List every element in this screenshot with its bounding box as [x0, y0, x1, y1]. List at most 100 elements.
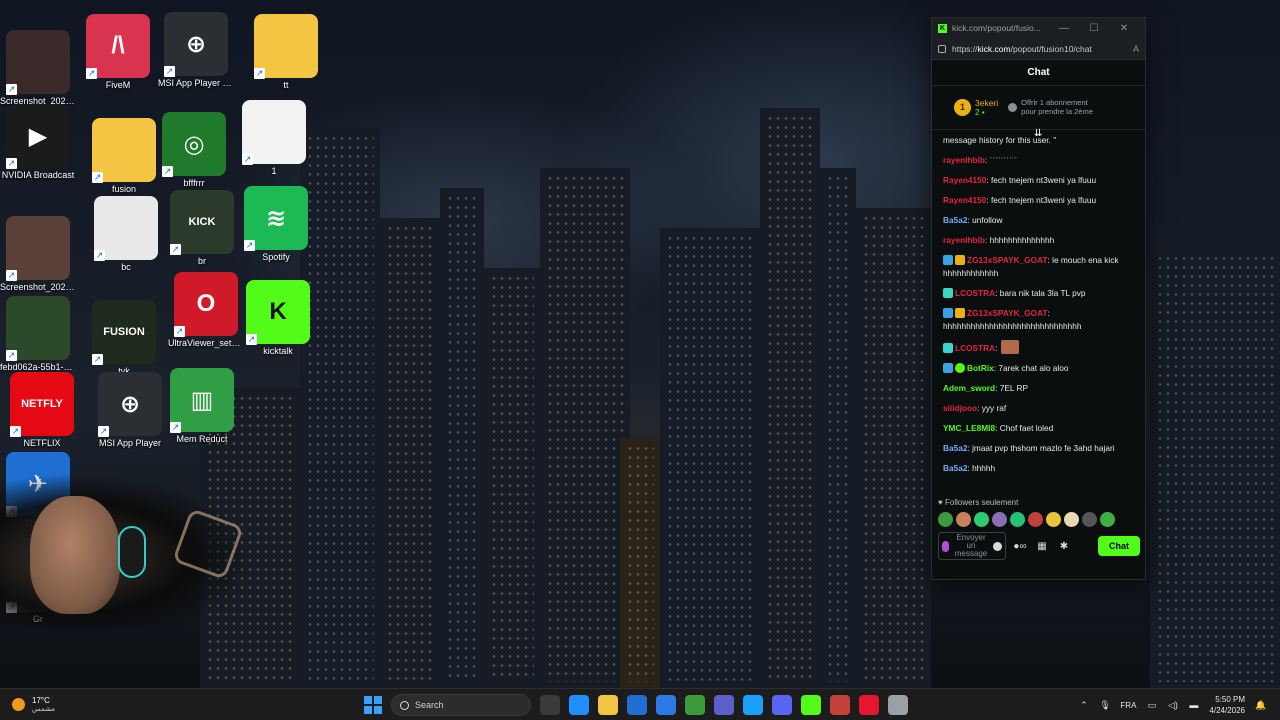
chat-message[interactable]: Ba5a2: hhhhh: [943, 462, 1135, 475]
user-badge-icon[interactable]: [955, 363, 965, 373]
desktop-icon[interactable]: FUSION ↗ tvk: [86, 300, 162, 377]
store-icon[interactable]: ▦: [1034, 541, 1050, 552]
emote-quick-icon[interactable]: [1028, 511, 1043, 527]
desktop-icon[interactable]: O↗UltraViewer_setu... (1).exe: [168, 272, 244, 349]
lock-icon[interactable]: [938, 44, 946, 53]
scroll-down-icon[interactable]: ⇊: [1034, 129, 1044, 139]
desktop-icon[interactable]: ↗ Screenshot_2026...: [0, 30, 76, 107]
chat-message[interactable]: BotRix: 7arek chat alo aloo: [943, 362, 1135, 375]
desktop-icon[interactable]: ◎ ↗ bfffrrr: [156, 112, 232, 189]
user-badge-icon[interactable]: [943, 255, 953, 265]
chat-username[interactable]: rayenlhbib: [943, 235, 985, 245]
desktop-icon[interactable]: ▥ ↗ Mem Reduct: [164, 368, 240, 445]
minimize-button[interactable]: —: [1049, 23, 1079, 34]
chat-message[interactable]: YMC_LE8MI8: Chof faet loled: [943, 422, 1135, 435]
chat-message[interactable]: ZG13xSPAYK_GOAT: hhhhhhhhhhhhhhhhhhhhhhh…: [943, 307, 1135, 333]
chat-message[interactable]: Rayen4150: fech tnejem nt3weni ya lfuuu: [943, 174, 1135, 187]
taskbar-app-icon[interactable]: [540, 695, 560, 715]
chat-username[interactable]: Ba5a2: [943, 463, 967, 473]
desktop-icon[interactable]: /\ ↗ FiveM: [80, 14, 156, 91]
desktop-icon[interactable]: ↗ 1: [236, 100, 312, 177]
pinned-gift-banner[interactable]: 1 3ekeri 2 ▪ Offrir 1 abonnement pour pr…: [932, 86, 1145, 130]
chat-message[interactable]: rayenlhbib: hhhhhhhhhhhhhh: [943, 234, 1135, 247]
chat-message[interactable]: LCOSTRA:: [943, 340, 1135, 355]
taskbar-app-icon[interactable]: [772, 695, 792, 715]
chat-username[interactable]: Rayen4150: [943, 195, 986, 205]
chat-message[interactable]: Ba5a2: unfollow: [943, 214, 1135, 227]
address-bar[interactable]: https://kick.com/popout/fusion10/chat A: [932, 38, 1145, 60]
kick-emotes-icon[interactable]: ●∞: [1012, 541, 1028, 552]
reader-mode-icon[interactable]: A: [1133, 44, 1139, 54]
mic-icon[interactable]: [942, 540, 949, 552]
gift-offer-text[interactable]: Offrir 1 abonnement pour prendre la 2ème: [1021, 98, 1093, 116]
chat-username[interactable]: YMC_LE8MI8: [943, 423, 995, 433]
taskbar-app-icon[interactable]: [859, 695, 879, 715]
chat-username[interactable]: Adem_sword: [943, 383, 995, 393]
chevron-up-icon[interactable]: ⌃: [1078, 700, 1089, 711]
desktop-icon[interactable]: ≋ ↗ Spotify: [238, 186, 314, 263]
chat-username[interactable]: LCOSTRA: [955, 288, 995, 298]
chat-username[interactable]: siiidjooo: [943, 403, 977, 413]
taskbar-app-icon[interactable]: [743, 695, 763, 715]
weather-widget[interactable]: 17°C مشمس: [0, 696, 120, 714]
emote-quick-icon[interactable]: [1010, 511, 1025, 527]
mic-tray-icon[interactable]: 🎙: [1099, 700, 1110, 711]
send-chat-button[interactable]: Chat: [1098, 536, 1140, 556]
user-badge-icon[interactable]: [943, 363, 953, 373]
chat-username[interactable]: ZG13xSPAYK_GOAT: [967, 255, 1048, 265]
emote-quick-icon[interactable]: [974, 511, 989, 527]
taskbar-app-icon[interactable]: [714, 695, 734, 715]
notification-bell-icon[interactable]: 🔔: [1255, 700, 1266, 711]
chat-message[interactable]: rayenlhbib: ʿʿʿʿʿʿʿʿʿʿ: [943, 154, 1135, 167]
user-badge-icon[interactable]: [955, 308, 965, 318]
url-text[interactable]: https://kick.com/popout/fusion10/chat: [952, 44, 1133, 54]
user-badge-icon[interactable]: [943, 288, 953, 298]
taskbar-app-icon[interactable]: [656, 695, 676, 715]
chat-username[interactable]: Ba5a2: [943, 215, 967, 225]
chat-username[interactable]: rayenlhbib: [943, 155, 985, 165]
language-indicator[interactable]: FRA: [1120, 701, 1136, 710]
emote-quick-icon[interactable]: [956, 511, 971, 527]
desktop-icon[interactable]: ↗ Screenshot_2026...: [0, 216, 76, 293]
desktop-icon[interactable]: ↗ tt: [248, 14, 324, 91]
taskbar-app-icon[interactable]: [830, 695, 850, 715]
chat-emote-image[interactable]: [1001, 340, 1020, 354]
kick-chat-popout-window[interactable]: K kick.com/popout/fusio... — ☐ ✕ https:/…: [931, 17, 1146, 580]
taskbar-app-icon[interactable]: [685, 695, 705, 715]
taskbar-search-box[interactable]: Search: [391, 694, 531, 716]
chat-message[interactable]: Ba5a2: jmaat pvp thshom mazlo fe 3ahd ha…: [943, 442, 1135, 455]
chat-username[interactable]: ZG13xSPAYK_GOAT: [967, 308, 1048, 318]
desktop-icon[interactable]: ▶ ↗ NVIDIA Broadcast: [0, 104, 76, 181]
taskbar-app-icon[interactable]: [627, 695, 647, 715]
emote-quick-icon[interactable]: [1064, 511, 1079, 527]
taskbar-app-icon[interactable]: [801, 695, 821, 715]
maximize-button[interactable]: ☐: [1079, 23, 1109, 34]
desktop-icon[interactable]: ⊕ ↗ MSI App Player: [92, 372, 168, 449]
monitor-icon[interactable]: ▭: [1146, 700, 1157, 711]
pinned-username[interactable]: 3ekeri: [975, 98, 998, 108]
chat-username[interactable]: LCOSTRA: [955, 343, 995, 353]
emote-quickbar[interactable]: [932, 509, 1145, 529]
desktop-icon[interactable]: ↗ fusion: [86, 118, 162, 195]
taskbar-app-icon[interactable]: [888, 695, 908, 715]
chat-username[interactable]: BotRix: [967, 363, 994, 373]
desktop-icon[interactable]: ↗ bc: [88, 196, 164, 273]
volume-icon[interactable]: ◁): [1167, 700, 1178, 711]
user-badge-icon[interactable]: [955, 255, 965, 265]
chat-message[interactable]: LCOSTRA: bara nik tala 3la TL pvp: [943, 287, 1135, 300]
chat-message[interactable]: ZG13xSPAYK_GOAT: le mouch ena kick hhhhh…: [943, 254, 1135, 280]
chat-composer[interactable]: Envoyer un message ●∞ ▦ ✱ Chat: [932, 529, 1145, 563]
chat-message[interactable]: siiidjooo: yyy raf: [943, 402, 1135, 415]
chat-username[interactable]: Ba5a2: [943, 443, 967, 453]
chat-message-list[interactable]: message history for this user. " rayenlhb…: [932, 130, 1145, 496]
desktop-icon[interactable]: KICK ↗ br: [164, 190, 240, 267]
taskbar-app-icon[interactable]: [569, 695, 589, 715]
message-input[interactable]: Envoyer un message: [938, 532, 1006, 560]
settings-gear-icon[interactable]: ✱: [1056, 541, 1072, 552]
desktop-icon[interactable]: NETFLY ↗ NETFLIX: [4, 372, 80, 449]
clock[interactable]: 5:50 PM 4/24/2026: [1209, 694, 1245, 716]
desktop-icon[interactable]: ⊕↗MSI App Player Engine: [158, 12, 234, 89]
chat-message[interactable]: Rayen4150: fech tnejem nt3weni ya lfuuu: [943, 194, 1135, 207]
taskbar-app-icon[interactable]: [598, 695, 618, 715]
desktop-icon[interactable]: ↗ febd062a-55b1-4...: [0, 296, 76, 373]
